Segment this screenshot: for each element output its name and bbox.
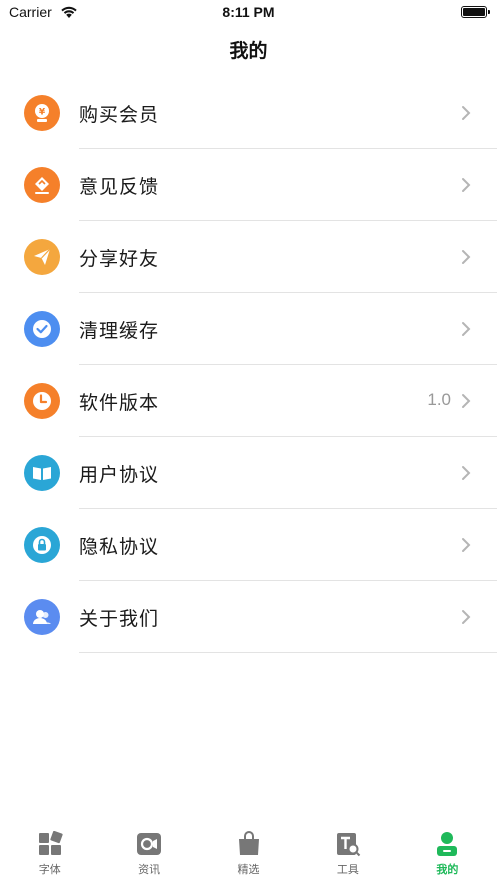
menu-item-label: 分享好友 (79, 248, 160, 270)
chevron-right-icon (462, 178, 471, 192)
menu-item-feedback[interactable]: 意见反馈 (0, 149, 497, 221)
divider (79, 652, 497, 653)
tab-label: 资讯 (138, 863, 161, 876)
menu-item-label: 软件版本 (79, 392, 160, 414)
tab-mine[interactable]: 我的 (398, 823, 497, 883)
menu-item-privacy[interactable]: 隐私协议 (0, 509, 497, 581)
svg-text:¥: ¥ (39, 108, 46, 118)
feedback-icon (24, 167, 60, 203)
chevron-right-icon (462, 394, 471, 408)
text-search-icon (336, 833, 361, 857)
chevron-right-icon (462, 538, 471, 552)
check-circle-icon (24, 311, 60, 347)
menu-list: ¥ 购买会员 意见反馈 分享好友 清理缓存 软件版本 1.0 用户协议 隐私协议… (0, 77, 497, 653)
menu-item-about[interactable]: 关于我们 (0, 581, 497, 653)
chevron-right-icon (462, 250, 471, 264)
menu-item-label: 隐私协议 (79, 536, 160, 558)
menu-item-clear-cache[interactable]: 清理缓存 (0, 293, 497, 365)
vip-yen-icon: ¥ (24, 95, 60, 131)
menu-item-label: 关于我们 (79, 608, 160, 630)
version-value: 1.0 (427, 390, 451, 409)
menu-item-vip[interactable]: ¥ 购买会员 (0, 77, 497, 149)
user-icon (437, 832, 458, 856)
tab-label: 精选 (237, 863, 260, 876)
menu-item-label: 用户协议 (79, 464, 160, 486)
shopping-bag-icon (238, 831, 259, 855)
grid-icon (38, 831, 63, 855)
menu-item-user-agreement[interactable]: 用户协议 (0, 437, 497, 509)
menu-item-label: 意见反馈 (79, 176, 160, 198)
tab-news[interactable]: 资讯 (99, 823, 198, 883)
menu-item-share[interactable]: 分享好友 (0, 221, 497, 293)
video-icon (137, 833, 162, 855)
tab-featured[interactable]: 精选 (199, 823, 298, 883)
book-icon (24, 455, 60, 491)
tab-fonts[interactable]: 字体 (0, 823, 99, 883)
chevron-right-icon (462, 322, 471, 336)
status-time: 8:11 PM (222, 4, 275, 20)
chevron-right-icon (462, 106, 471, 120)
tab-label: 我的 (436, 863, 459, 876)
status-bar: Carrier 8:11 PM (0, 0, 497, 26)
tab-tools[interactable]: 工具 (298, 823, 397, 883)
users-icon (24, 599, 60, 635)
chevron-right-icon (462, 466, 471, 480)
menu-item-version[interactable]: 软件版本 1.0 (0, 365, 497, 437)
clock-icon (24, 383, 60, 419)
tab-label: 工具 (336, 863, 359, 876)
menu-item-label: 清理缓存 (79, 320, 160, 342)
page-title: 我的 (229, 40, 268, 62)
paper-plane-icon (24, 239, 60, 275)
lock-icon (24, 527, 60, 563)
tab-bar: 字体 资讯 精选 工具 我的 (0, 823, 497, 883)
menu-item-label: 购买会员 (79, 104, 160, 126)
battery-icon (461, 6, 490, 18)
tab-label: 字体 (38, 863, 61, 876)
chevron-right-icon (462, 610, 471, 624)
